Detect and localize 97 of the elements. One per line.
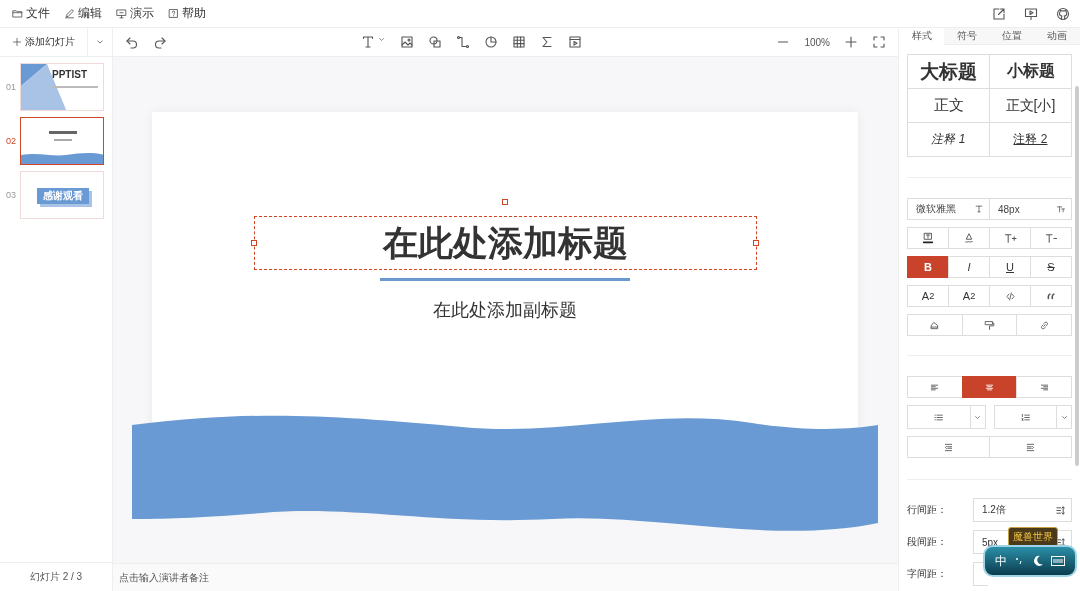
link-icon (1038, 319, 1050, 331)
stepper-icon (1056, 505, 1065, 515)
thumbnail-title: PPTIST (52, 69, 87, 80)
align-button[interactable] (961, 376, 1018, 398)
keyboard-icon[interactable] (1051, 556, 1066, 566)
slide-thumbnail[interactable]: PPTIST (20, 63, 104, 111)
panel-tab[interactable]: 位置 (989, 28, 1035, 45)
format-button[interactable]: B (907, 256, 949, 278)
resize-handle[interactable] (502, 199, 508, 205)
slide-number: 03 (6, 190, 16, 200)
undo-icon[interactable] (125, 35, 139, 49)
slide-subtitle: 在此处添加副标题 (433, 299, 577, 322)
resize-handle[interactable] (753, 240, 759, 246)
panel-tab[interactable]: 样式 (899, 28, 945, 45)
font-icon (974, 204, 984, 214)
menu-item[interactable]: 帮助 (168, 5, 206, 22)
caret-icon[interactable] (377, 35, 387, 44)
plus-icon (12, 37, 22, 47)
speaker-notes-field[interactable]: 点击输入演讲者备注 (117, 571, 421, 584)
brush-icon (984, 319, 995, 331)
presentation-icon[interactable] (1024, 6, 1038, 21)
format-painter-button[interactable] (961, 314, 1018, 336)
fullscreen-icon[interactable] (872, 35, 886, 49)
zoom-level: 100% (804, 36, 830, 48)
highlight-button[interactable] (948, 227, 990, 249)
title-line (49, 131, 77, 134)
font-size-icon (1056, 204, 1066, 214)
text-icon[interactable] (361, 35, 376, 49)
text-style-preset[interactable]: 正文[小] (990, 89, 1072, 123)
outdent-icon (943, 441, 954, 453)
shape-icon[interactable] (428, 35, 443, 49)
text-style-preset[interactable]: 大标题 (908, 55, 990, 89)
indent-icon (1025, 441, 1036, 453)
menu-item[interactable]: 编辑 (64, 5, 102, 22)
spacing-label: 行间距： (907, 503, 948, 517)
export-icon[interactable] (992, 6, 1006, 21)
ime-floating-menu[interactable]: 中 (983, 545, 1077, 577)
align-icon (929, 381, 941, 393)
subtitle-line (54, 139, 72, 141)
resize-handle[interactable] (251, 240, 257, 246)
image-icon[interactable] (400, 35, 415, 49)
stepper-icon (1056, 537, 1065, 547)
menu-item[interactable]: 演示 (116, 5, 154, 22)
font-size-select[interactable]: 48px (989, 198, 1072, 220)
video-icon[interactable] (568, 35, 583, 49)
moon-icon[interactable] (1031, 555, 1044, 567)
subtitle-line (52, 86, 98, 88)
format-button[interactable]: U (989, 256, 1031, 278)
slide-counter: 幻灯片 2 / 3 (29, 570, 83, 584)
folder-icon (12, 8, 23, 19)
text-style-preset[interactable]: 注释 2 (990, 123, 1072, 157)
table-icon[interactable] (512, 35, 527, 49)
font-shrink-icon (1044, 231, 1058, 245)
text-color-icon (922, 232, 934, 244)
pencil-icon (64, 8, 75, 19)
code-icon (1004, 290, 1016, 302)
redo-icon[interactable] (153, 35, 167, 49)
title-textbox[interactable]: 在此处添加标题 (254, 216, 757, 270)
numbered-list-icon (1019, 411, 1031, 423)
zoom-in-icon[interactable] (844, 35, 858, 49)
presentation-icon (116, 8, 127, 19)
text-color-button[interactable] (907, 227, 949, 249)
help-icon (168, 8, 179, 19)
text-style-preset[interactable]: 小标题 (990, 55, 1072, 89)
text-style-preset[interactable]: 正文 (908, 89, 990, 123)
connector-icon[interactable] (456, 35, 471, 49)
github-icon[interactable] (1056, 6, 1070, 21)
spacing-label: 字间距： (907, 567, 948, 581)
menu-item[interactable]: 文件 (12, 5, 50, 22)
fill-icon (963, 232, 975, 244)
font-grow-icon (1003, 231, 1017, 245)
align-icon (984, 381, 995, 393)
input-mode-label[interactable]: 中 (994, 552, 1007, 570)
slide-number: 02 (6, 136, 16, 146)
quote-icon (1045, 290, 1057, 302)
text-style-preset[interactable]: 注释 1 (908, 123, 990, 157)
formula-icon[interactable] (540, 35, 555, 49)
align-icon (1038, 381, 1050, 393)
scrollbar[interactable] (1075, 86, 1079, 466)
chart-icon[interactable] (484, 35, 499, 49)
thumbnail-banner: 感谢观看 (37, 188, 89, 204)
slide-thumbnail[interactable] (20, 117, 104, 165)
bullet-list-icon (933, 411, 945, 423)
add-slide-button[interactable]: 添加幻灯片 (0, 28, 88, 56)
panel-tab[interactable]: 动画 (1034, 28, 1080, 45)
ime-skin-menu: 魔兽世界 (1008, 527, 1058, 547)
format-button[interactable]: S (1030, 256, 1072, 278)
slide-title: 在此处添加标题 (383, 221, 628, 264)
slide-number: 01 (6, 82, 16, 92)
spacing-label: 段间距： (907, 535, 948, 549)
eraser-icon (929, 319, 941, 331)
increase-font-button[interactable] (989, 227, 1031, 249)
punctuation-icon[interactable] (1014, 556, 1025, 566)
format-button[interactable]: I (948, 256, 990, 278)
font-family-select[interactable]: 微软雅黑 (907, 198, 990, 220)
spacing-field[interactable]: 1.2倍 (973, 498, 1072, 522)
panel-tab[interactable]: 符号 (944, 28, 990, 45)
